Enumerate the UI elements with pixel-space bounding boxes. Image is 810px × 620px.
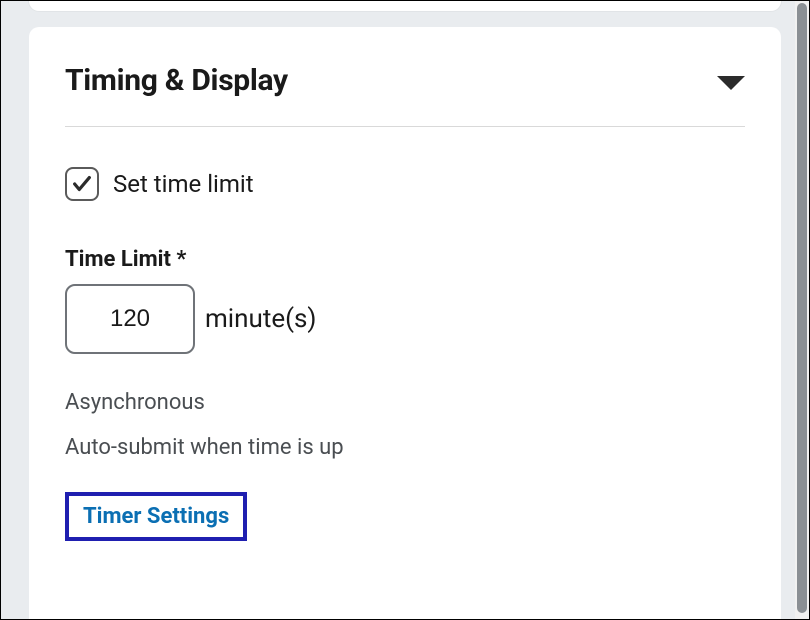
previous-card-bottom	[29, 1, 781, 11]
time-limit-suffix: minute(s)	[205, 304, 316, 334]
divider	[65, 126, 745, 127]
set-time-limit-label: Set time limit	[113, 170, 254, 198]
set-time-limit-checkbox[interactable]	[65, 167, 99, 201]
asynchronous-text: Asynchronous	[65, 390, 745, 415]
panel-header: Timing & Display	[65, 63, 745, 98]
viewport: Timing & Display Set time limit Time Lim…	[0, 0, 810, 620]
autosubmit-text: Auto-submit when time is up	[65, 435, 745, 460]
time-limit-row: minute(s)	[65, 284, 745, 354]
scrollbar-thumb[interactable]	[797, 3, 807, 613]
collapse-caret-icon[interactable]	[717, 76, 745, 90]
timing-display-panel: Timing & Display Set time limit Time Lim…	[29, 27, 781, 619]
scrollbar-track[interactable]	[795, 1, 809, 619]
time-limit-label: Time Limit *	[65, 247, 745, 272]
time-limit-input[interactable]	[65, 284, 195, 354]
panel-title: Timing & Display	[65, 63, 288, 98]
timer-settings-link[interactable]: Timer Settings	[83, 504, 229, 529]
timer-settings-highlight: Timer Settings	[65, 492, 247, 541]
set-time-limit-row: Set time limit	[65, 167, 745, 201]
checkmark-icon	[71, 173, 93, 195]
